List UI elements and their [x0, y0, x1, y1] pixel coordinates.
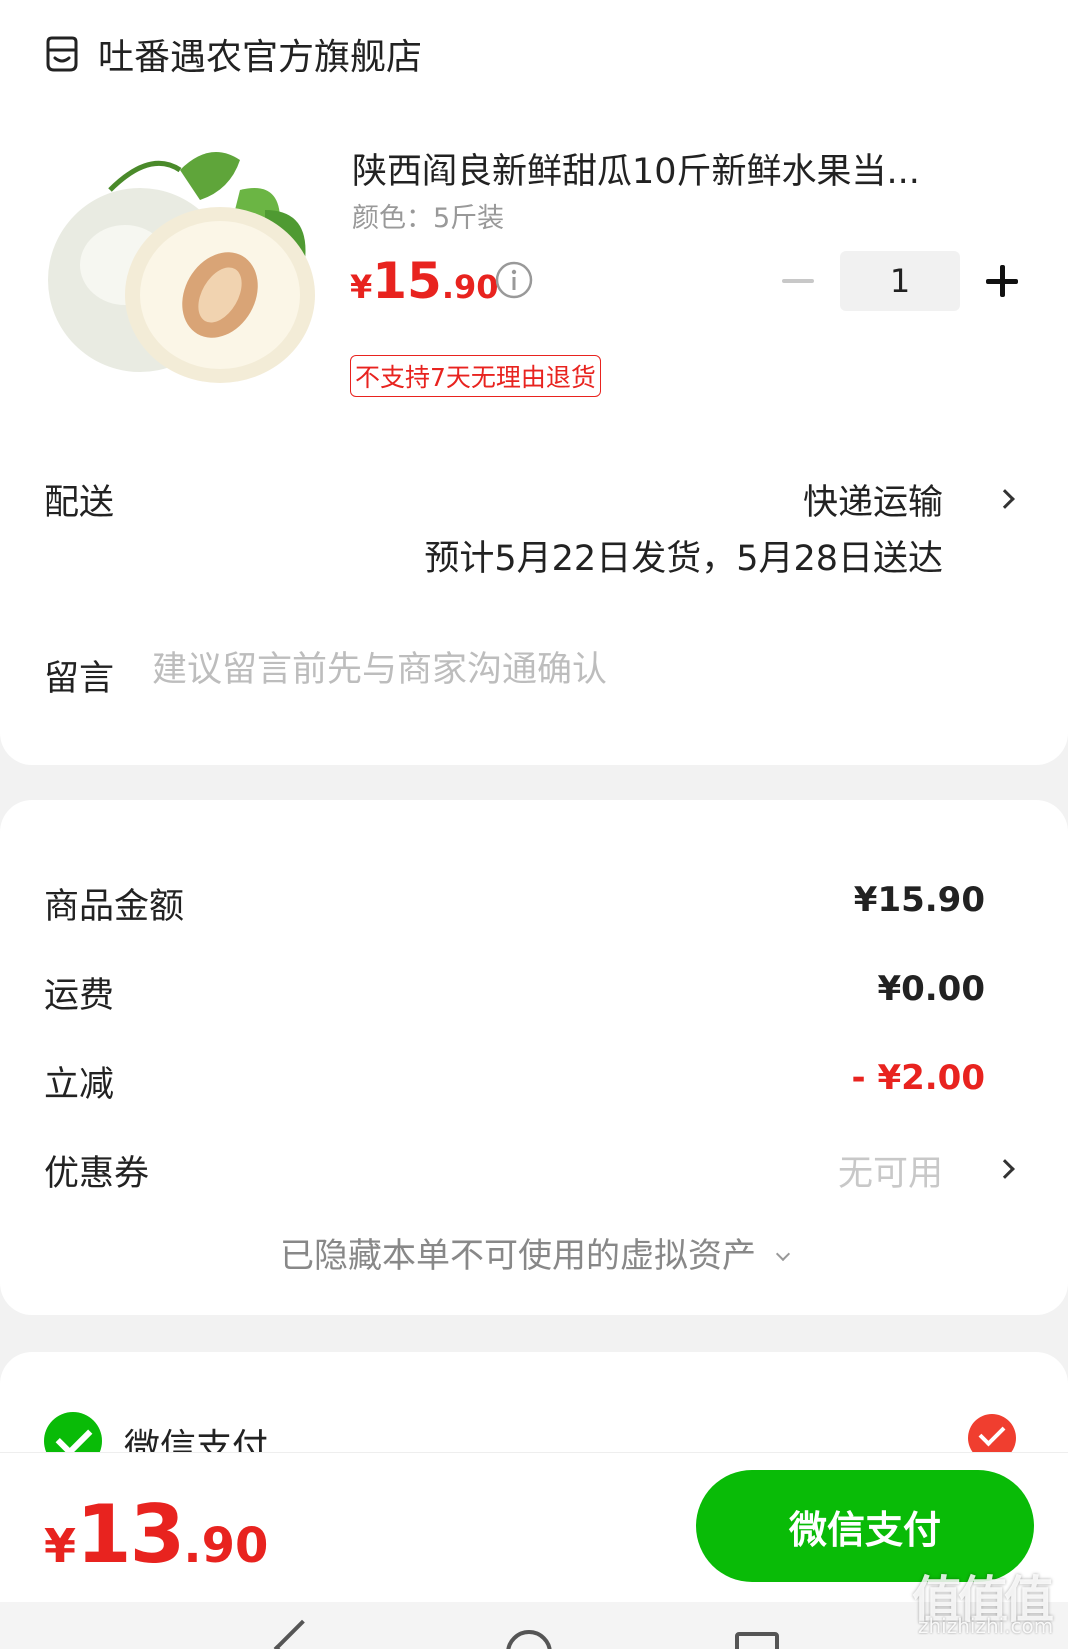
quantity-stepper: 1 — [776, 251, 1024, 311]
hidden-assets-text: 已隐藏本单不可使用的虚拟资产 — [280, 1236, 756, 1276]
delivery-eta: 预计5月22日发货，5月28日送达 — [424, 539, 943, 579]
memo-input[interactable] — [152, 650, 972, 690]
coupon-label: 优惠券 — [44, 1154, 150, 1194]
total-decimal: .90 — [183, 1518, 269, 1574]
shipping-value: ¥0.00 — [877, 969, 985, 1009]
shipping-label: 运费 — [44, 976, 115, 1016]
product-price: ¥ 15 .90 — [350, 252, 499, 310]
quantity-increase-button[interactable] — [980, 259, 1024, 303]
price-integer: 15 — [372, 252, 442, 310]
price-decimal: .90 — [441, 268, 499, 306]
discount-label: 立减 — [44, 1065, 115, 1105]
delivery-label: 配送 — [44, 483, 115, 523]
hidden-assets-toggle[interactable]: 已隐藏本单不可使用的虚拟资产 — [0, 1228, 1068, 1277]
total-integer: 13 — [76, 1488, 185, 1581]
shop-name: 吐番遇农官方旗舰店 — [98, 37, 423, 78]
product-spec[interactable]: 颜色：5斤装 — [352, 196, 504, 235]
coupon-value[interactable]: 无可用 — [838, 1145, 943, 1196]
price-symbol: ¥ — [350, 268, 373, 306]
recent-apps-icon[interactable] — [735, 1632, 779, 1649]
quantity-value[interactable]: 1 — [840, 251, 960, 311]
watermark-url: zhizhizhi.com — [918, 1614, 1054, 1638]
quantity-decrease-button[interactable] — [776, 259, 820, 303]
total-price: ¥ 13 .90 — [44, 1488, 268, 1581]
total-symbol: ¥ — [44, 1519, 77, 1573]
discount-value: - ¥2.00 — [851, 1058, 986, 1098]
goods-amount-value: ¥15.90 — [853, 880, 985, 920]
product-image[interactable] — [40, 130, 320, 400]
shop-icon — [46, 36, 78, 72]
delivery-method[interactable]: 快递运输 — [803, 474, 943, 525]
return-policy-badge: 不支持7天无理由退货 — [350, 355, 601, 397]
chevron-down-icon — [775, 1246, 791, 1262]
memo-label: 留言 — [44, 659, 115, 699]
goods-amount-label: 商品金额 — [44, 887, 185, 927]
product-title[interactable]: 陕西阎良新鲜甜瓜10斤新鲜水果当... — [352, 143, 992, 194]
info-icon[interactable] — [494, 260, 534, 300]
shop-header[interactable]: 吐番遇农官方旗舰店 — [42, 28, 422, 80]
